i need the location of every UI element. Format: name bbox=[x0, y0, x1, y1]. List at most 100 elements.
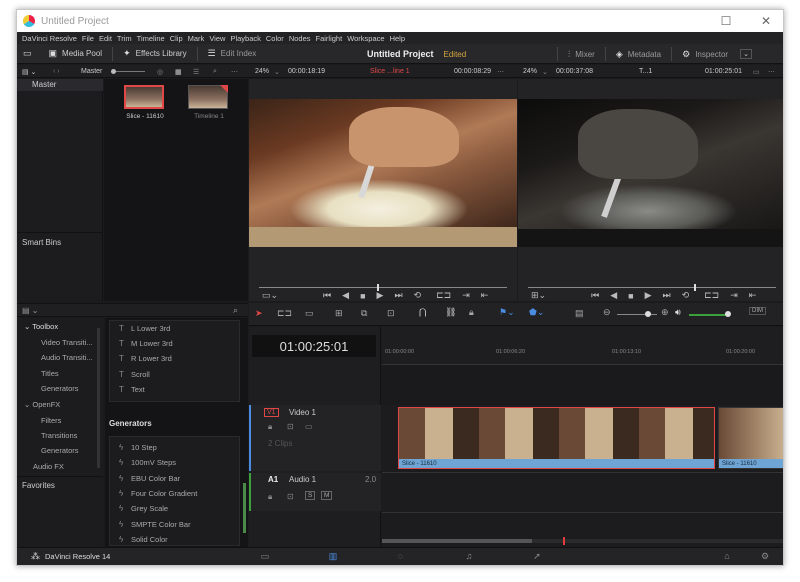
replace-clip-icon[interactable]: ⊡ bbox=[387, 308, 395, 319]
fairlight-page-icon[interactable]: ♫ bbox=[463, 551, 475, 562]
video-clip[interactable]: Slice - 11610 bbox=[398, 407, 715, 469]
tree-toolbox[interactable]: ⌄ Toolbox bbox=[24, 322, 58, 331]
thumb-size-slider[interactable] bbox=[111, 65, 147, 78]
menu-fairlight[interactable]: Fairlight bbox=[316, 34, 343, 43]
timeline-name[interactable]: T...1 bbox=[639, 65, 652, 78]
menu-trim[interactable]: Trim bbox=[117, 34, 132, 43]
color-page-icon[interactable]: ◌ bbox=[394, 551, 406, 562]
menu-davinci[interactable]: DaVinci Resolve bbox=[22, 34, 77, 43]
marker-icon[interactable]: ⬟⌄ bbox=[529, 307, 544, 318]
snapping-icon[interactable]: ⋂ bbox=[419, 307, 426, 318]
match-frame-icon[interactable]: ⊏⊐ bbox=[436, 290, 451, 301]
auto-select-icon[interactable]: ⊡ bbox=[287, 492, 294, 501]
generator-item[interactable]: ϟ 10 Step bbox=[119, 440, 157, 455]
solo-button[interactable]: S bbox=[305, 491, 316, 500]
generator-item[interactable]: ϟ Solid Color bbox=[119, 532, 168, 547]
bin-master[interactable]: Master bbox=[17, 79, 103, 91]
timeline-ruler[interactable]: 01:00:00:00 01:00:06:20 01:00:13:10 01:0… bbox=[382, 327, 783, 405]
timeline-scrubber[interactable] bbox=[528, 287, 776, 288]
list-scrollbar[interactable] bbox=[243, 483, 246, 533]
tree-filters[interactable]: Filters bbox=[41, 416, 61, 425]
tree-titles[interactable]: Titles bbox=[41, 369, 59, 378]
last-frame-icon[interactable]: ⏭ bbox=[394, 290, 402, 301]
selection-tool-icon[interactable]: ➤ bbox=[255, 308, 263, 319]
bin-path[interactable]: Master bbox=[81, 65, 102, 78]
deliver-page-icon[interactable]: ➚ bbox=[531, 551, 543, 562]
menu-timeline[interactable]: Timeline bbox=[137, 34, 165, 43]
timeline-view-icon[interactable]: ▤ bbox=[575, 308, 584, 319]
tree-openfx[interactable]: ⌄ OpenFX bbox=[24, 400, 60, 409]
effect-item[interactable]: T Text bbox=[119, 382, 145, 397]
tree-audio-transitions[interactable]: Audio Transiti... bbox=[41, 353, 93, 362]
linked-selection-icon[interactable]: ⛓ bbox=[445, 307, 456, 318]
loop-icon[interactable]: ⟲ bbox=[414, 290, 422, 301]
close-icon[interactable]: ✕ bbox=[749, 10, 783, 32]
edit-index-button[interactable]: ☰ Edit Index bbox=[202, 44, 263, 64]
loop-icon[interactable]: ⟲ bbox=[682, 290, 690, 301]
more-options-icon[interactable]: ⋯ bbox=[231, 65, 238, 78]
speaker-icon[interactable]: 🔊︎ bbox=[675, 307, 681, 318]
source-clip-name[interactable]: Slice ...line 1 bbox=[370, 65, 410, 78]
zoom-in-icon[interactable]: ⊕ bbox=[661, 307, 669, 318]
generator-item[interactable]: ϟ EBU Color Bar bbox=[119, 471, 180, 486]
zoom-slider[interactable] bbox=[617, 314, 657, 315]
timeline-zoom[interactable]: 24% bbox=[523, 65, 537, 78]
flag-icon[interactable]: ⚑⌄ bbox=[499, 307, 515, 318]
audio-track-header[interactable]: A1 Audio 1 2.0 🔒︎ ⊡ S M bbox=[249, 473, 381, 511]
first-frame-icon[interactable]: ⏮ bbox=[323, 290, 331, 301]
lock-icon[interactable]: 🔒︎ bbox=[469, 307, 474, 318]
stop-icon[interactable]: ■ bbox=[628, 291, 633, 301]
bin-view-icon[interactable]: ▤ ⌄ bbox=[22, 65, 36, 78]
effect-item[interactable]: TM Lower 3rd bbox=[119, 336, 173, 351]
insert-clip-icon[interactable]: ⊞ bbox=[335, 308, 343, 319]
tree-audio-fx[interactable]: Audio FX bbox=[33, 462, 64, 471]
menu-clip[interactable]: Clip bbox=[170, 34, 183, 43]
generator-item[interactable]: ϟ Four Color Gradient bbox=[119, 486, 197, 501]
clip-thumbnail[interactable] bbox=[124, 85, 164, 109]
menu-view[interactable]: View bbox=[209, 34, 225, 43]
effect-item[interactable]: TR Lower 3rd bbox=[119, 351, 172, 366]
effect-item[interactable]: T Scroll bbox=[119, 367, 150, 382]
list-view-icon[interactable]: ☰ bbox=[193, 65, 199, 78]
tree-video-transitions[interactable]: Video Transiti... bbox=[41, 338, 93, 347]
generator-item[interactable]: ϟ Grey Scale bbox=[119, 501, 168, 516]
filter-icon[interactable]: ◎ bbox=[157, 65, 163, 78]
menu-playback[interactable]: Playback bbox=[230, 34, 260, 43]
video-track-header[interactable]: V1 Video 1 🔒︎ ⊡ ▭ 2 Clips bbox=[249, 405, 381, 471]
trim-tool-icon[interactable]: ⊏⊐ bbox=[277, 308, 292, 319]
expand-button[interactable]: ⌄ bbox=[734, 44, 758, 64]
single-viewer-icon[interactable]: ▭ bbox=[753, 65, 760, 78]
menu-workspace[interactable]: Workspace bbox=[347, 34, 384, 43]
tree-ofx-generators[interactable]: Generators bbox=[41, 446, 79, 455]
blade-tool-icon[interactable]: ▭ bbox=[305, 308, 314, 319]
video-track-name[interactable]: Video 1 bbox=[289, 408, 316, 417]
video-clip[interactable]: Slice - 11610 bbox=[718, 407, 783, 469]
more-options-icon[interactable]: ⋯ bbox=[768, 65, 775, 78]
effects-library-button[interactable]: ✦ Effects Library bbox=[117, 44, 193, 64]
track-id-a1[interactable]: A1 bbox=[268, 475, 278, 484]
volume-slider[interactable] bbox=[689, 314, 729, 316]
track-visibility-icon[interactable]: ▭ bbox=[305, 422, 313, 431]
volume-slider-knob[interactable] bbox=[725, 311, 731, 317]
search-icon[interactable]: ⌕ bbox=[213, 65, 217, 78]
generator-item[interactable]: ϟ SMPTE Color Bar bbox=[119, 517, 191, 532]
gear-icon[interactable]: ⚙ bbox=[759, 551, 771, 562]
menu-file[interactable]: File bbox=[82, 34, 94, 43]
nav-arrows-icon[interactable]: ‹ › bbox=[53, 65, 60, 78]
panel-view-icon[interactable]: ▤ ⌄ bbox=[22, 306, 38, 315]
lock-icon[interactable]: 🔒︎ bbox=[268, 492, 272, 502]
source-zoom[interactable]: 24% bbox=[255, 65, 269, 78]
media-pool-button[interactable]: ▣ Media Pool bbox=[43, 44, 109, 64]
chevron-down-icon[interactable]: ⌄ bbox=[274, 65, 280, 78]
scrollbar-thumb[interactable] bbox=[382, 539, 532, 543]
maximize-icon[interactable]: ☐ bbox=[709, 10, 743, 32]
timeline-video-frame[interactable] bbox=[518, 99, 783, 247]
metadata-button[interactable]: ◈ Metadata bbox=[610, 44, 667, 64]
tree-scrollbar[interactable] bbox=[97, 328, 100, 468]
view-options-icon[interactable]: ▭⌄ bbox=[262, 290, 278, 301]
audio-track-name[interactable]: Audio 1 bbox=[289, 475, 316, 484]
grid-view-icon[interactable]: ▦ bbox=[175, 65, 182, 78]
lock-icon[interactable]: 🔒︎ bbox=[268, 422, 272, 432]
menu-mark[interactable]: Mark bbox=[188, 34, 205, 43]
generator-item[interactable]: ϟ 100mV Steps bbox=[119, 455, 176, 470]
